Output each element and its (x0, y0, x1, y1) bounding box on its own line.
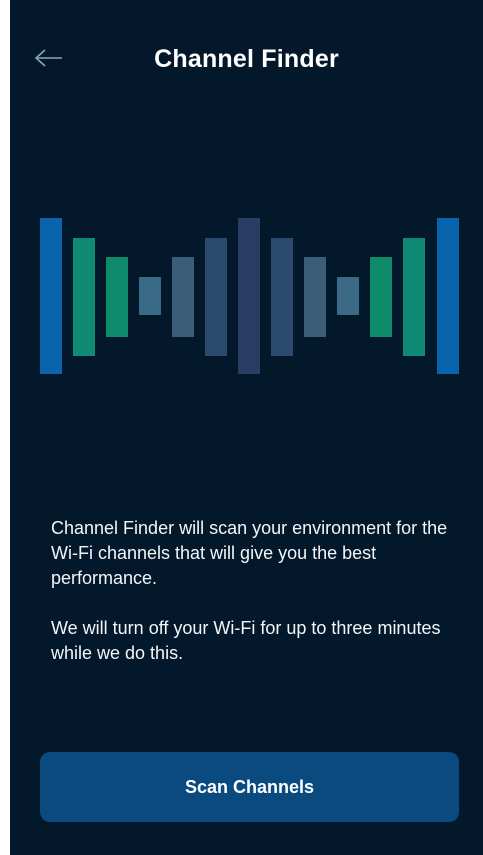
description-paragraph-1: Channel Finder will scan your environmen… (51, 518, 448, 588)
page-title: Channel Finder (154, 45, 339, 73)
channel-bars (40, 218, 459, 374)
channel-finder-screen: Channel Finder Channel Finder will scan … (10, 0, 483, 855)
scan-channels-button[interactable]: Scan Channels (40, 752, 459, 822)
description: Channel Finder will scan your environmen… (51, 516, 461, 691)
scan-channels-label: Scan Channels (184, 776, 315, 797)
description-paragraph-2: We will turn off your Wi-Fi for up to th… (51, 618, 441, 663)
channel-bars-icon (40, 218, 459, 374)
